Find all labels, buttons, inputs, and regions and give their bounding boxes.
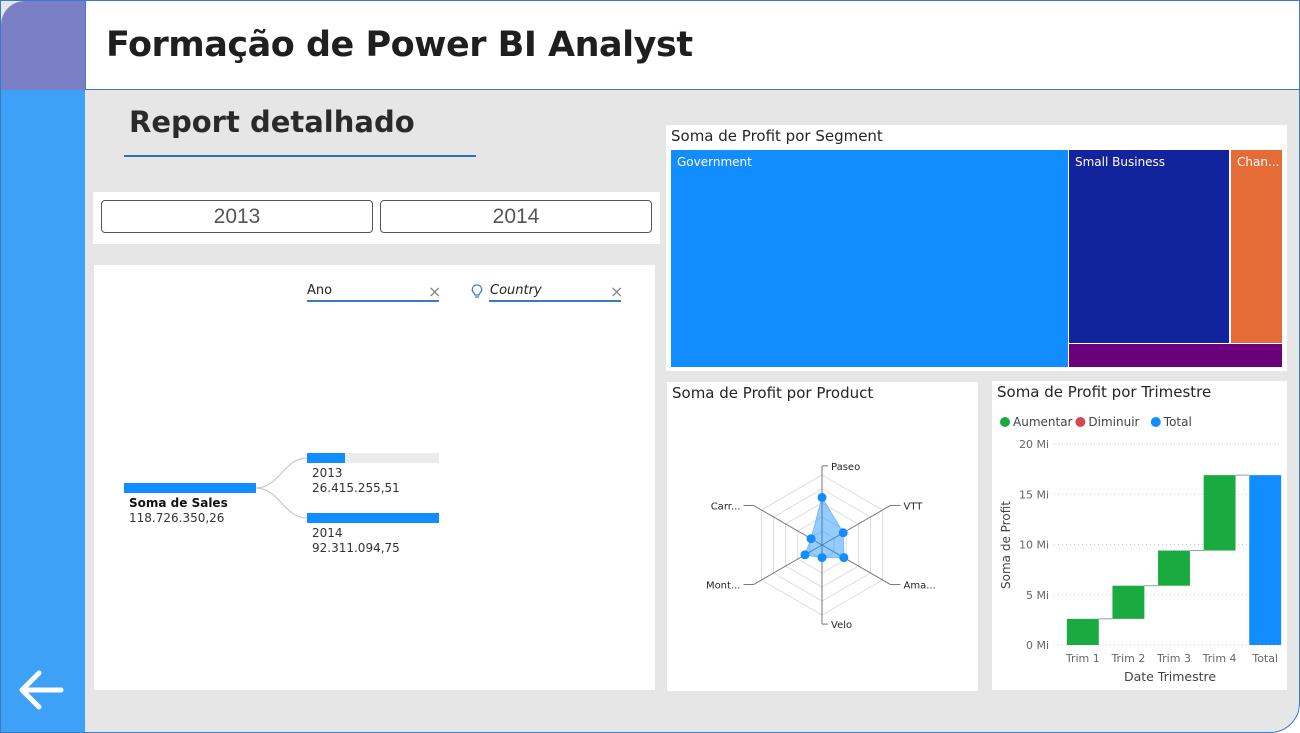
radar-point — [839, 553, 849, 563]
decomposition-tree: Ano × Country × Soma de Sales 118.726.35… — [94, 265, 655, 690]
year-slicer: 2013 2014 — [93, 192, 660, 244]
subtitle-underline — [124, 155, 476, 157]
legend-label: Diminuir — [1088, 415, 1139, 429]
x-tick-label: Trim 4 — [1202, 652, 1237, 665]
treemap-title: Soma de Profit por Segment — [671, 127, 883, 145]
year-button-2013[interactable]: 2013 — [101, 200, 373, 233]
legend-label: Total — [1163, 415, 1192, 429]
radar-axis-label: Mont... — [706, 581, 741, 592]
waterfall-bar — [1112, 585, 1145, 619]
treemap-government[interactable]: Government — [671, 150, 1068, 367]
node-label-2014: 2014 — [312, 526, 343, 540]
x-tick-label: Total — [1251, 652, 1278, 665]
treemap-card: Soma de Profit por Segment Government Sm… — [666, 125, 1287, 371]
radar-point — [817, 492, 827, 502]
x-axis-title: Date Trimestre — [1124, 669, 1216, 684]
radar-chart: Paseo VTT Ama... Velo Mont... Carr... — [706, 462, 936, 631]
waterfall-bar — [1066, 618, 1099, 645]
root-label: Soma de Sales — [129, 496, 228, 510]
waterfall-chart: Aumentar Diminuir Total 0 Mi 5 Mi 10 Mi 15 Mi 2… — [999, 415, 1282, 684]
legend-marker — [1000, 417, 1010, 427]
radar-axis-label: Paseo — [831, 462, 860, 473]
root-bar[interactable] — [124, 483, 256, 493]
treemap-other[interactable] — [1069, 344, 1282, 367]
node-track-2013[interactable] — [307, 453, 439, 463]
node-bar-2013 — [307, 453, 346, 463]
radar-card: Soma de Profit por Product Paseo VTT Ama..… — [667, 382, 978, 691]
treemap-channel[interactable]: Chan... — [1231, 150, 1282, 343]
y-tick-label: 20 Mi — [1019, 438, 1049, 451]
back-arrow-icon[interactable] — [15, 668, 65, 712]
x-tick-label: Trim 3 — [1156, 652, 1191, 665]
waterfall-bar — [1249, 475, 1282, 645]
waterfall-card: Soma de Profit por Trimestre Aumentar Dim… — [992, 381, 1287, 690]
radar-area — [804, 496, 845, 559]
node-track-2014[interactable] — [307, 513, 439, 523]
corner-block — [1, 1, 85, 90]
y-tick-label: 0 Mi — [1026, 639, 1049, 652]
decomposition-connectors — [255, 457, 308, 519]
x-tick-label: Trim 1 — [1065, 652, 1100, 665]
legend-label: Aumentar — [1013, 415, 1073, 429]
radar-axis-label: Carr... — [711, 501, 741, 512]
radar-point — [838, 528, 848, 538]
page-title: Formação de Power BI Analyst — [106, 25, 693, 65]
waterfall-bar — [1203, 475, 1236, 551]
y-axis-title: Soma de Profit — [999, 501, 1013, 589]
node-bar-2014 — [307, 513, 439, 523]
x-tick-label: Trim 2 — [1110, 652, 1145, 665]
root-value: 118.726.350,26 — [129, 511, 225, 525]
page-header: Formação de Power BI Analyst — [85, 1, 1299, 90]
sidebar — [1, 90, 85, 732]
radar-axis-label: VTT — [904, 501, 924, 512]
node-value-2013: 26.415.255,51 — [312, 481, 400, 495]
waterfall-bar — [1158, 550, 1190, 586]
y-tick-label: 10 Mi — [1019, 539, 1049, 552]
node-value-2014: 92.311.094,75 — [312, 541, 400, 555]
radar-axis-label: Ama... — [904, 581, 936, 592]
radar-point — [817, 553, 827, 563]
treemap-small-business[interactable]: Small Business — [1069, 150, 1229, 343]
y-tick-label: 5 Mi — [1026, 589, 1049, 602]
y-tick-label: 15 Mi — [1019, 488, 1049, 501]
radar-point — [806, 534, 816, 544]
legend-marker — [1075, 417, 1086, 427]
report-frame: Formação de Power BI Analyst Report deta… — [0, 0, 1300, 733]
radar-axis-label: Velo — [831, 620, 852, 631]
radar-point — [800, 550, 810, 560]
node-label-2013: 2013 — [312, 466, 343, 480]
report-subtitle: Report detalhado — [129, 105, 415, 139]
year-button-2014[interactable]: 2014 — [380, 200, 652, 233]
legend-marker — [1150, 417, 1161, 427]
